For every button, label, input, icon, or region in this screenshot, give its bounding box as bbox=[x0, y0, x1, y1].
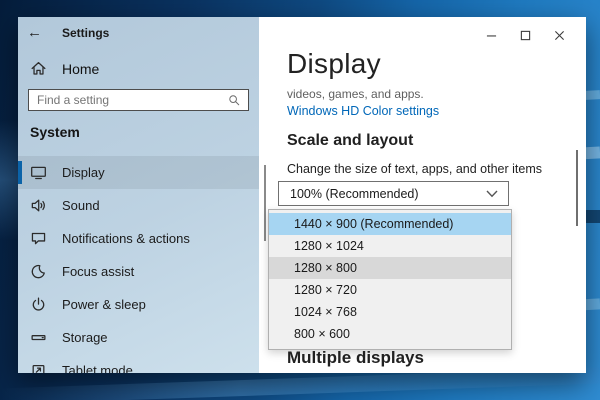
maximize-button[interactable] bbox=[508, 23, 542, 47]
sidebar-item-home[interactable]: Home bbox=[30, 60, 99, 77]
selected-accent-bar bbox=[18, 161, 22, 184]
tablet-icon bbox=[30, 362, 47, 373]
sidebar-item-label: Power & sleep bbox=[62, 297, 146, 312]
home-label: Home bbox=[62, 61, 99, 77]
app-title: Settings bbox=[62, 26, 109, 40]
back-icon[interactable]: ← bbox=[27, 24, 51, 41]
sidebar-item-label: Display bbox=[62, 165, 105, 180]
sidebar-item-label: Notifications & actions bbox=[62, 231, 190, 246]
resolution-option[interactable]: 1280 × 1024 bbox=[269, 235, 511, 257]
maximize-icon bbox=[520, 30, 531, 41]
sidebar-item-notifications[interactable]: Notifications & actions bbox=[18, 222, 259, 255]
chevron-down-icon bbox=[486, 190, 498, 198]
search-icon bbox=[228, 94, 241, 107]
scale-dropdown[interactable]: 100% (Recommended) bbox=[278, 181, 509, 206]
sidebar-item-sound[interactable]: Sound bbox=[18, 189, 259, 222]
settings-window: ← Settings Home System bbox=[18, 17, 586, 373]
sidebar-nav: Display Sound Notifications & actions bbox=[18, 156, 259, 373]
resolution-option[interactable]: 1280 × 800 bbox=[269, 257, 511, 279]
multiple-displays-heading: Multiple displays bbox=[287, 348, 424, 368]
storage-icon bbox=[30, 329, 47, 346]
resolution-option[interactable]: 1280 × 720 bbox=[269, 279, 511, 301]
page-subtitle: videos, games, and apps. bbox=[287, 87, 424, 101]
close-button[interactable] bbox=[542, 23, 576, 47]
hd-color-settings-link[interactable]: Windows HD Color settings bbox=[287, 104, 439, 118]
home-icon bbox=[30, 60, 47, 77]
sidebar-item-storage[interactable]: Storage bbox=[18, 321, 259, 354]
sidebar-item-label: Storage bbox=[62, 330, 108, 345]
sidebar-item-label: Tablet mode bbox=[62, 363, 133, 373]
search-box[interactable] bbox=[28, 89, 249, 111]
search-input[interactable] bbox=[29, 93, 228, 107]
focus-assist-icon bbox=[30, 263, 47, 280]
power-icon bbox=[30, 296, 47, 313]
desktop-wallpaper: ← Settings Home System bbox=[0, 0, 600, 400]
main-content: Display videos, games, and apps. Windows… bbox=[259, 17, 586, 373]
close-icon bbox=[554, 30, 565, 41]
sidebar-scrollbar[interactable] bbox=[264, 165, 266, 241]
scale-field-label: Change the size of text, apps, and other… bbox=[287, 162, 542, 176]
resolution-option[interactable]: 1440 × 900 (Recommended) bbox=[269, 213, 511, 235]
scale-layout-heading: Scale and layout bbox=[287, 132, 413, 150]
resolution-option[interactable]: 1024 × 768 bbox=[269, 301, 511, 323]
sidebar-section-label: System bbox=[30, 124, 80, 140]
sidebar: ← Settings Home System bbox=[18, 17, 259, 373]
sidebar-item-tablet-mode[interactable]: Tablet mode bbox=[18, 354, 259, 373]
display-icon bbox=[30, 164, 47, 181]
sidebar-item-display[interactable]: Display bbox=[18, 156, 259, 189]
resolution-dropdown-list: 1440 × 900 (Recommended) 1280 × 1024 128… bbox=[268, 209, 512, 350]
titlebar: ← Settings bbox=[27, 24, 109, 41]
sidebar-item-power-sleep[interactable]: Power & sleep bbox=[18, 288, 259, 321]
window-controls bbox=[474, 23, 576, 47]
sidebar-item-label: Sound bbox=[62, 198, 100, 213]
scale-dropdown-value: 100% (Recommended) bbox=[279, 187, 486, 201]
minimize-button[interactable] bbox=[474, 23, 508, 47]
wallpaper-light-beam bbox=[0, 120, 18, 240]
resolution-option[interactable]: 800 × 600 bbox=[269, 323, 511, 345]
notifications-icon bbox=[30, 230, 47, 247]
minimize-icon bbox=[486, 30, 497, 41]
page-title: Display bbox=[287, 48, 381, 80]
sidebar-item-label: Focus assist bbox=[62, 264, 134, 279]
content-scrollbar[interactable] bbox=[576, 150, 578, 226]
sound-icon bbox=[30, 197, 47, 214]
sidebar-item-focus-assist[interactable]: Focus assist bbox=[18, 255, 259, 288]
